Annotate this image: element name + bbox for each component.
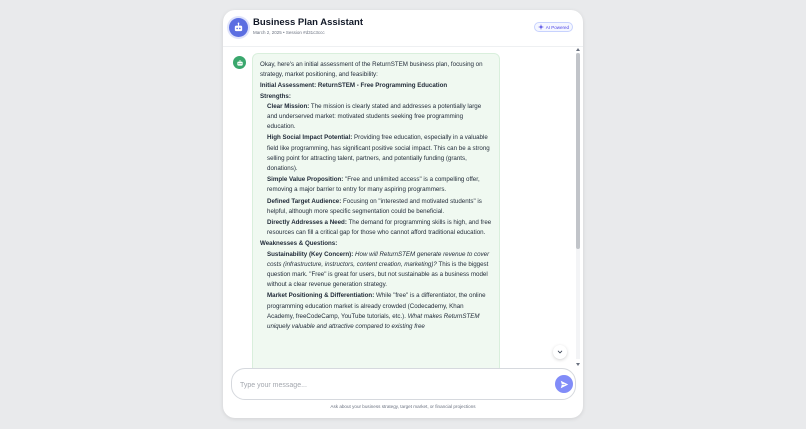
robot-icon — [229, 18, 248, 37]
scroll-thumb[interactable] — [576, 53, 580, 249]
ai-powered-badge: AI Powered — [533, 22, 573, 32]
list-item: Directly Addresses a Need: The demand fo… — [267, 219, 492, 237]
send-button[interactable] — [555, 375, 573, 393]
scroll-up-arrow[interactable] — [576, 48, 580, 51]
scroll-down-arrow[interactable] — [576, 363, 580, 366]
weaknesses-heading: Weaknesses & Questions: — [260, 240, 338, 248]
message-intro: Okay, here's an initial assessment of th… — [260, 61, 483, 79]
list-item: Defined Target Audience: Focusing on "in… — [267, 197, 482, 215]
strengths-list: Clear Mission: The mission is clearly st… — [260, 102, 492, 239]
session-info: March 2, 2025 • Session #d31c3ccc — [253, 30, 325, 35]
robot-icon — [236, 59, 243, 66]
badge-label: AI Powered — [545, 24, 569, 30]
message-composer — [231, 368, 576, 400]
list-item: Sustainability (Key Concern): How will R… — [267, 250, 490, 289]
app-title: Business Plan Assistant — [253, 17, 363, 28]
send-icon — [560, 380, 568, 388]
chat-header: Business Plan Assistant March 2, 2025 • … — [223, 10, 583, 47]
sparkle-icon — [537, 24, 544, 30]
message-scrollbar[interactable] — [575, 47, 581, 369]
weaknesses-list: Sustainability (Key Concern): How will R… — [260, 250, 492, 333]
message-list[interactable]: Okay, here's an initial assessment of th… — [223, 47, 583, 369]
message-heading: Initial Assessment: ReturnSTEM - Free Pr… — [260, 82, 448, 90]
message-input[interactable] — [238, 378, 542, 392]
chat-window: Business Plan Assistant March 2, 2025 • … — [223, 10, 583, 418]
chevron-down-icon — [557, 350, 563, 354]
scroll-to-bottom-button[interactable] — [553, 345, 567, 359]
list-item: Simple Value Proposition: "Free and unli… — [267, 176, 480, 194]
list-item: Clear Mission: The mission is clearly st… — [267, 102, 482, 131]
strengths-heading: Strengths: — [260, 92, 291, 100]
assistant-message: Okay, here's an initial assessment of th… — [252, 53, 500, 369]
list-item: High Social Impact Potential: Providing … — [267, 134, 490, 173]
footer-hint: Ask about your business strategy, target… — [330, 404, 476, 409]
list-item: Market Positioning & Differentiation: Wh… — [267, 292, 486, 331]
bot-avatar — [233, 56, 246, 69]
